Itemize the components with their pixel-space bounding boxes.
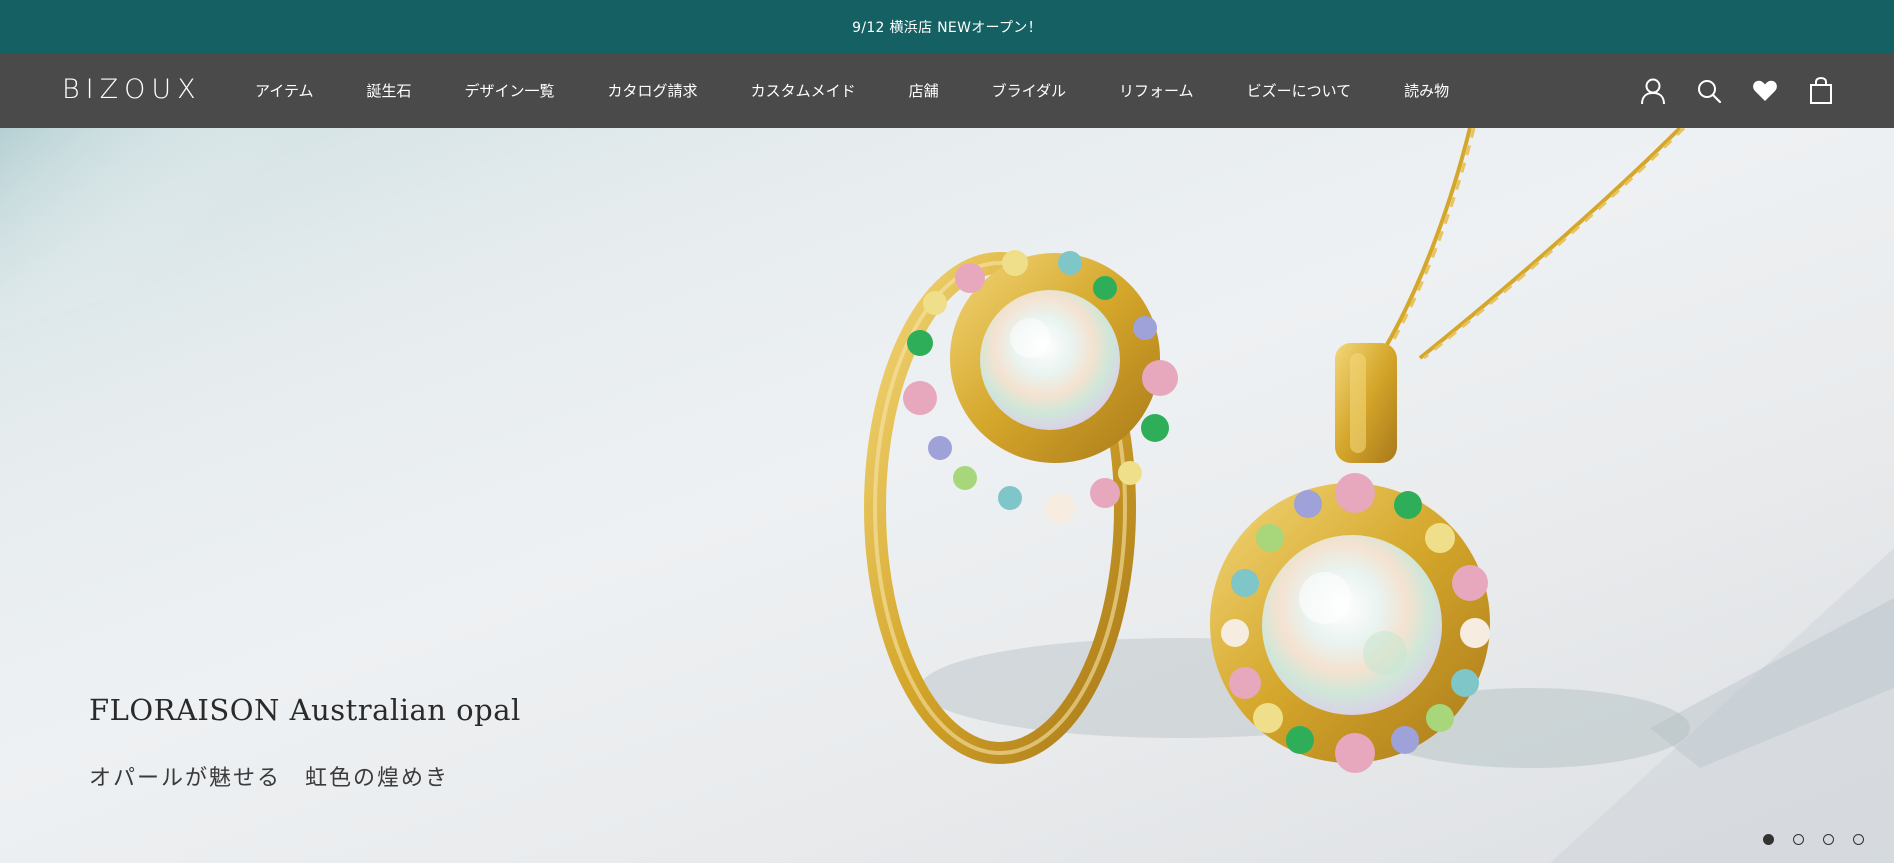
site-header: BIZOUX アイテム 誕生石 デザイン一覧 カタログ請求 カスタムメイド 店舗…: [0, 53, 1894, 128]
account-icon[interactable]: [1638, 76, 1668, 106]
header-icons: [1612, 53, 1836, 128]
carousel-dot-1[interactable]: [1763, 834, 1774, 845]
carousel-dots: [1744, 834, 1864, 845]
announcement-text[interactable]: 9/12 横浜店 NEWオープン！: [852, 17, 1042, 37]
hero-subtitle: オパールが魅せる 虹色の煌めき: [89, 766, 450, 791]
nav-item-reading[interactable]: 読み物: [1404, 80, 1449, 101]
carousel-dot-3[interactable]: [1823, 834, 1834, 845]
nav-item-stores[interactable]: 店舗: [909, 80, 939, 101]
search-icon[interactable]: [1694, 76, 1724, 106]
nav-item-items[interactable]: アイテム: [255, 80, 314, 101]
bag-icon[interactable]: [1806, 76, 1836, 106]
nav-item-catalog-request[interactable]: カタログ請求: [608, 80, 698, 101]
main-nav: アイテム 誕生石 デザイン一覧 カタログ請求 カスタムメイド 店舗 ブライダル …: [255, 53, 1502, 128]
nav-item-custom-made[interactable]: カスタムメイド: [751, 80, 856, 101]
nav-item-about[interactable]: ビズーについて: [1247, 80, 1352, 101]
site-logo[interactable]: BIZOUX: [62, 74, 202, 105]
nav-item-bridal[interactable]: ブライダル: [992, 80, 1066, 101]
nav-item-reform[interactable]: リフォーム: [1119, 80, 1194, 101]
hero-title: FLORAISON Australian opal: [89, 693, 521, 727]
announcement-bar[interactable]: 9/12 横浜店 NEWオープン！: [0, 0, 1894, 53]
carousel-dot-2[interactable]: [1793, 834, 1804, 845]
hero-image: [0, 128, 1894, 863]
carousel-dot-4[interactable]: [1853, 834, 1864, 845]
heart-icon[interactable]: [1750, 76, 1780, 106]
nav-item-birthstone[interactable]: 誕生石: [367, 80, 412, 101]
nav-item-designs[interactable]: デザイン一覧: [465, 80, 555, 101]
hero-carousel[interactable]: FLORAISON Australian opal オパールが魅せる 虹色の煌め…: [0, 128, 1894, 863]
